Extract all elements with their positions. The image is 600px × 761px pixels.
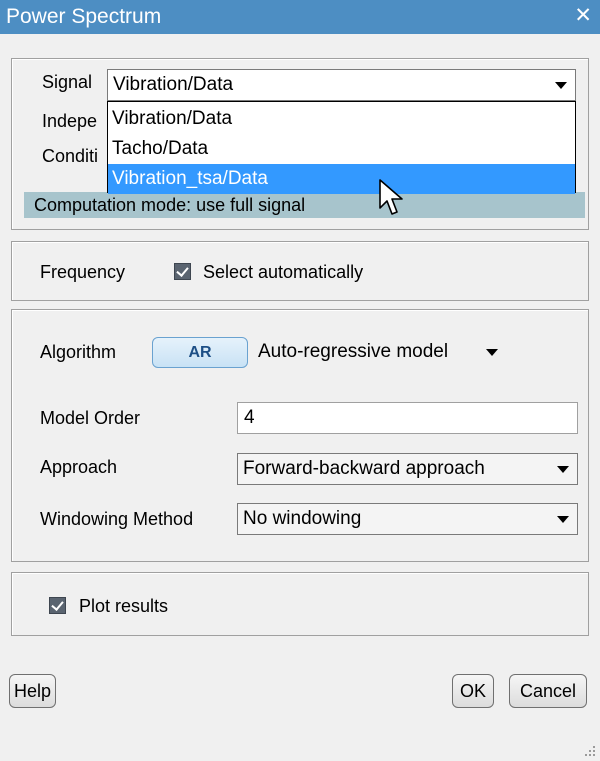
computation-mode-status: Computation mode: use full signal — [24, 192, 585, 218]
mouse-cursor-icon — [379, 179, 403, 215]
windowing-method-dropdown-value: No windowing — [243, 508, 362, 529]
chevron-down-icon — [555, 82, 567, 89]
plot-results-label: Plot results — [79, 596, 169, 616]
approach-dropdown[interactable]: Forward-backward approach — [237, 453, 578, 485]
condition-label: Conditi — [42, 146, 99, 166]
dropdown-option-selected[interactable]: Vibration_tsa/Data — [108, 164, 575, 194]
ok-button[interactable]: OK — [452, 674, 494, 708]
algorithm-label: Algorithm — [40, 342, 117, 362]
chevron-down-icon — [557, 516, 569, 523]
title-bar: Power Spectrum ✕ — [0, 0, 600, 34]
independent-label: Indepe — [42, 111, 98, 131]
dropdown-option[interactable]: Tacho/Data — [108, 134, 575, 164]
window-title: Power Spectrum — [6, 5, 162, 28]
chevron-down-icon — [557, 466, 569, 473]
signal-dropdown-value: Vibration/Data — [113, 74, 234, 95]
approach-label: Approach — [40, 457, 118, 477]
windowing-method-label: Windowing Method — [40, 509, 194, 529]
plot-results-checkbox[interactable] — [49, 597, 66, 614]
approach-dropdown-value: Forward-backward approach — [243, 458, 485, 479]
resize-grip-icon[interactable] — [582, 743, 596, 757]
algorithm-mode-select[interactable]: Auto-regressive model — [258, 341, 448, 363]
help-button[interactable]: Help — [9, 674, 56, 708]
chevron-down-icon — [486, 349, 498, 356]
ar-toggle-button[interactable]: AR — [152, 337, 248, 368]
signal-dropdown[interactable]: Vibration/Data — [107, 69, 576, 101]
model-order-label: Model Order — [40, 408, 141, 428]
close-icon[interactable]: ✕ — [574, 5, 592, 27]
windowing-method-dropdown[interactable]: No windowing — [237, 503, 578, 535]
signal-dropdown-list[interactable]: Vibration/Data Tacho/Data Vibration_tsa/… — [107, 101, 576, 194]
model-order-input[interactable]: 4 — [237, 402, 578, 434]
select-automatically-checkbox[interactable] — [174, 263, 191, 280]
dropdown-option[interactable]: Vibration/Data — [108, 104, 575, 134]
select-automatically-label: Select automatically — [203, 262, 364, 282]
cancel-button[interactable]: Cancel — [509, 674, 587, 708]
frequency-label: Frequency — [40, 262, 126, 282]
signal-label: Signal — [42, 72, 93, 92]
